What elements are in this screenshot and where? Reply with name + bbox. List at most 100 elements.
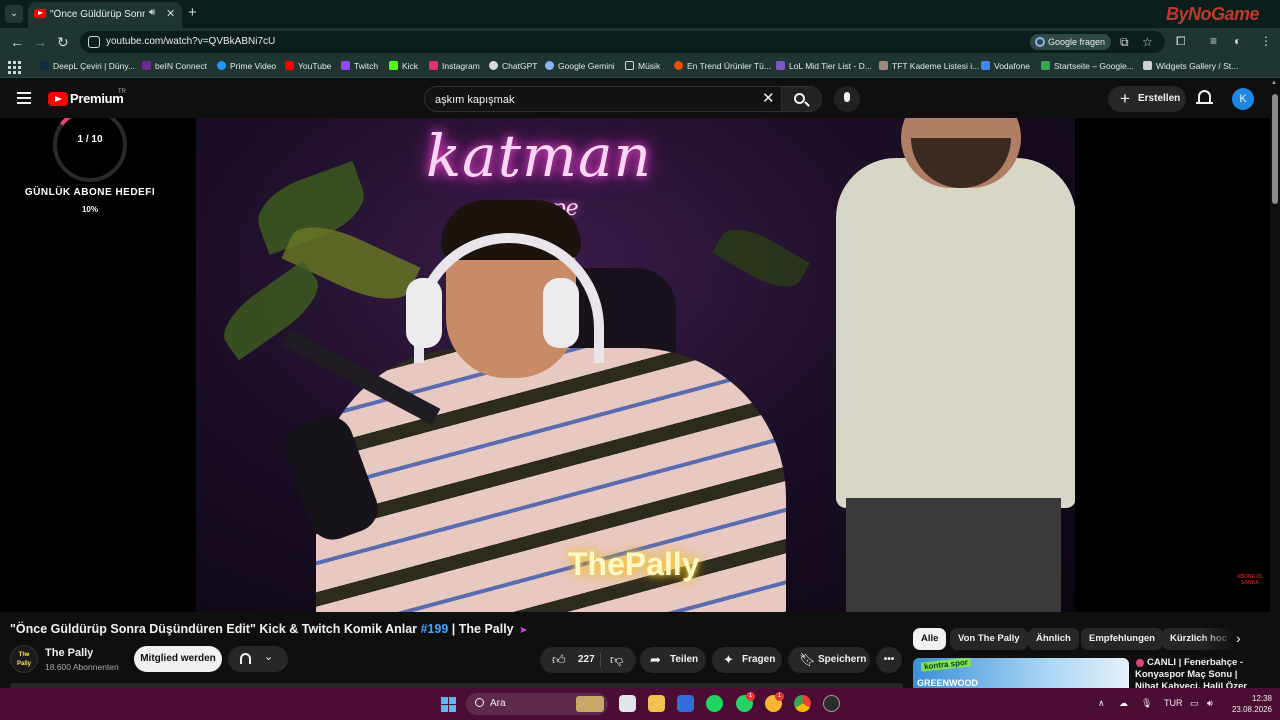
more-actions-button[interactable]: •••	[876, 647, 902, 673]
reading-list-icon[interactable]: ≡	[1210, 34, 1217, 48]
bookmark-google-startseite[interactable]: Startseite – Google...	[1041, 61, 1134, 71]
url-text[interactable]: youtube.com/watch?v=QVBkABNi7cU	[106, 36, 275, 47]
browser-tab-active[interactable]: "Önce Güldürüp Sonra Düşündüren Edit" Ki…	[28, 2, 182, 28]
taskbar-search-placeholder: Ara	[490, 698, 506, 709]
recommendation-title[interactable]: CANLI | Fenerbahçe - Konyaspor Maç Sonu …	[1135, 657, 1260, 690]
bookmark-icon: 🔖︎	[799, 652, 816, 667]
forward-arrow-icon[interactable]: →	[33, 34, 47, 50]
thumbs-down-icon[interactable]: 👎︎	[610, 647, 623, 673]
recommendation-thumbnail[interactable]: kontra spor GREENWOOD	[913, 658, 1129, 688]
chrome-icon[interactable]	[794, 695, 811, 712]
ask-button[interactable]: ✦ Fragen	[712, 647, 782, 673]
youtube-premium-wordmark[interactable]: Premium	[70, 91, 124, 106]
bookmark-bein[interactable]: beIN Connect	[142, 61, 207, 71]
clock-time: 12:38	[1251, 694, 1272, 703]
video-player[interactable]: 1 / 10 GÜNLÜK ABONE HEDEFI 10% katman co…	[0, 118, 1270, 612]
apps-grid-icon[interactable]	[8, 61, 21, 74]
chip-recommended[interactable]: Empfehlungen	[1081, 628, 1163, 650]
network-icon[interactable]: ▭	[1190, 698, 1199, 709]
close-icon[interactable]: ✕	[166, 7, 175, 20]
clear-search-icon[interactable]: ✕	[762, 89, 775, 107]
account-avatar[interactable]: K	[1232, 88, 1254, 110]
like-count[interactable]: 227	[578, 654, 595, 665]
subscriber-goal-count: 1 / 10	[77, 134, 103, 145]
speaker-icon[interactable]: 🔊︎	[149, 7, 155, 18]
chip-all[interactable]: Alle	[913, 628, 947, 650]
google-ask-button[interactable]: Google fragen	[1030, 34, 1112, 50]
bookmark-tft[interactable]: TFT Kademe Listesi i...	[879, 61, 979, 71]
address-bar[interactable]: youtube.com/watch?v=QVBkABNi7cU Google f…	[80, 31, 1165, 53]
new-tab-button[interactable]: +	[188, 4, 197, 21]
thumbs-up-icon[interactable]: 👍︎	[552, 647, 566, 673]
cast-icon[interactable]: ⧉	[1120, 35, 1129, 50]
calculator-icon[interactable]	[619, 695, 636, 712]
search-button[interactable]	[782, 86, 822, 112]
system-clock[interactable]: 12:38 23.08.2026	[1228, 693, 1272, 715]
bookmark-kick[interactable]: Kick	[389, 61, 418, 71]
spotify-icon[interactable]	[706, 695, 723, 712]
save-button[interactable]: 🔖︎ Speichern	[788, 647, 870, 673]
bookmark-instagram[interactable]: Instagram	[429, 61, 480, 71]
windows-taskbar: Ara 1 1 ∧ ☁ 🎙︎ TUR ▭ 🔊︎ 12:38 23.08.2026	[0, 688, 1280, 720]
bookmark-label: DeepL Çeviri | Düny...	[53, 61, 136, 71]
microphone-tray-icon[interactable]: 🎙︎	[1141, 698, 1152, 709]
voice-search-button[interactable]	[834, 86, 860, 112]
search-query[interactable]: aşkım kapışmak	[435, 94, 514, 106]
video-hashtag-link[interactable]: #199	[421, 622, 449, 636]
back-arrow-icon[interactable]: ←	[10, 34, 24, 50]
channel-name[interactable]: The Pally	[45, 647, 93, 659]
subscription-notifications-button[interactable]: ⌄	[228, 646, 288, 672]
bookmark-trend[interactable]: En Trend Ürünler Tü...	[674, 61, 771, 71]
share-label: Teilen	[670, 654, 699, 665]
scroll-up-arrow-icon[interactable]: ▲	[1271, 80, 1277, 86]
reload-icon[interactable]: ↻	[57, 34, 69, 51]
file-explorer-icon[interactable]	[648, 695, 665, 712]
video-frame[interactable]: katman cope ThePally	[196, 118, 1075, 612]
bookmark-vodafone[interactable]: Vodafone	[981, 61, 1030, 71]
notifications-bell-icon[interactable]	[1196, 90, 1213, 104]
profile-icon[interactable]: ◐	[1234, 34, 1241, 48]
chevron-up-icon[interactable]: ∧	[1098, 698, 1105, 709]
bookmark-folder-musik[interactable]: Müsik	[625, 61, 660, 71]
bookmark-twitch[interactable]: Twitch	[341, 61, 378, 71]
join-membership-button[interactable]: Mitglied werden	[134, 646, 222, 672]
bookmark-youtube[interactable]: YouTube	[285, 61, 331, 71]
like-divider	[600, 653, 601, 667]
chip-related[interactable]: Ähnlich	[1028, 628, 1079, 650]
youtube-logo-icon[interactable]	[48, 92, 68, 106]
share-button[interactable]: ➦ Teilen	[640, 647, 706, 673]
tab-search-button[interactable]: ⌄	[5, 5, 23, 23]
chip-from-channel[interactable]: Von The Pally	[950, 628, 1028, 650]
extensions-icon[interactable]: ⧠	[1176, 34, 1186, 49]
input-language[interactable]: TUR	[1164, 698, 1183, 708]
volume-icon[interactable]: 🔊︎	[1207, 698, 1213, 709]
bookmark-prime-video[interactable]: Prime Video	[217, 61, 276, 71]
bookmark-deepl[interactable]: DeepL Çeviri | Düny...	[40, 61, 135, 71]
search-icon	[794, 93, 805, 104]
obs-icon[interactable]	[823, 695, 840, 712]
kebab-menu-icon[interactable]: ⋮	[1260, 34, 1272, 48]
bookmark-chatgpt[interactable]: ChatGPT	[489, 61, 537, 71]
share-arrow-icon: ➦	[650, 652, 661, 667]
search-input[interactable]: aşkım kapışmak	[424, 86, 782, 112]
chevron-right-icon[interactable]: ›	[1236, 630, 1241, 646]
channel-avatar[interactable]: The Pally	[10, 645, 38, 673]
mail-icon[interactable]	[677, 695, 694, 712]
bookmark-widgets[interactable]: Widgets Gallery / St...	[1143, 61, 1238, 71]
search-icon	[475, 698, 484, 707]
site-info-icon[interactable]	[88, 36, 100, 48]
bookmark-star-icon[interactable]: ☆	[1142, 35, 1153, 49]
bookmark-label: ChatGPT	[502, 61, 538, 71]
create-button[interactable]: + Erstellen	[1108, 86, 1186, 112]
bookmark-label: En Trend Ürünler Tü...	[687, 61, 771, 71]
save-label: Speichern	[818, 654, 867, 665]
windows-start-icon[interactable]	[441, 697, 456, 712]
chevron-down-icon: ⌄	[264, 651, 274, 663]
hamburger-menu-icon[interactable]	[17, 92, 31, 104]
bookmark-label: YouTube	[298, 61, 332, 71]
taskbar-search[interactable]: Ara	[466, 693, 608, 715]
bookmark-gemini[interactable]: Google Gemini	[545, 61, 615, 71]
scrollbar-thumb[interactable]	[1272, 94, 1278, 204]
cloud-icon[interactable]: ☁	[1119, 698, 1128, 709]
bookmark-lol-tier[interactable]: LoL Mid Tier List - D...	[776, 61, 872, 71]
